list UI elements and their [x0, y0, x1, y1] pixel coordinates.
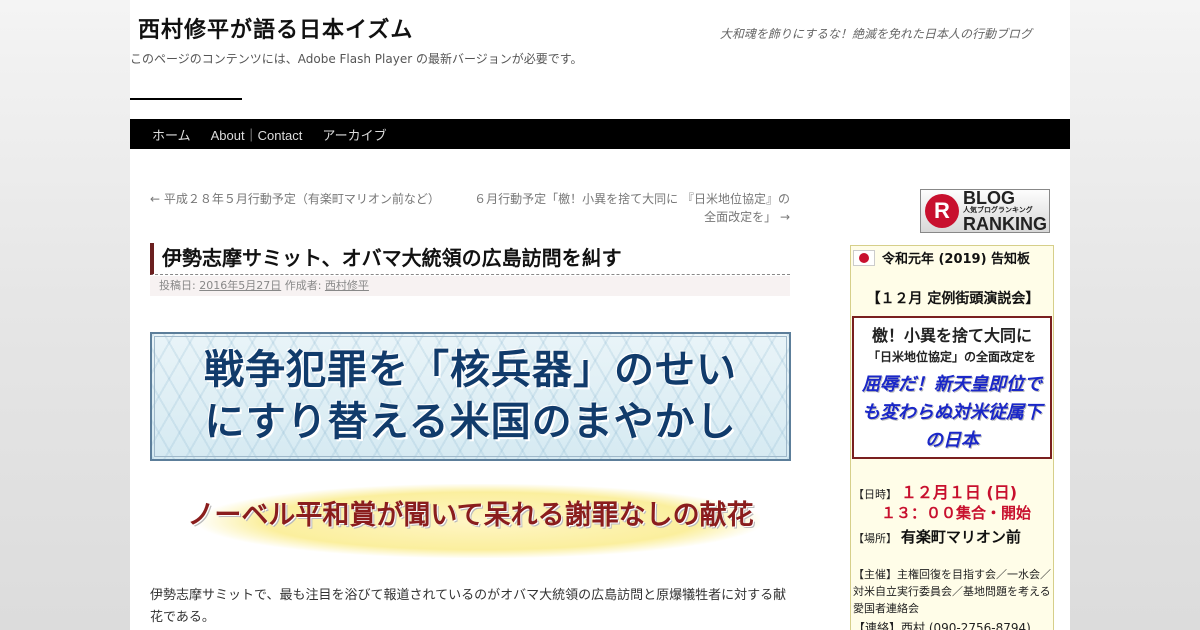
- notice-date-row: 【日時】 １２月１日 (日): [853, 479, 1017, 503]
- headline-banner: 戦争犯罪を「核兵器」のせい にすり替える米国のまやかし: [150, 332, 791, 461]
- next-post-link[interactable]: ６月行動予定「檄！小異を捨て大同に 『日米地位協定』の 全面改定を」 →: [470, 190, 790, 226]
- meta-author-label: 作成者:: [284, 279, 322, 292]
- notice-organizers: 【主催】主権回復を目指す会／一水会／対米自立実行委員会／基地問題を考える愛国者連…: [853, 568, 1051, 615]
- nav-item-about-contact[interactable]: About｜Contact: [201, 125, 313, 144]
- date-label: 【日時】: [853, 488, 897, 501]
- subheadline-banner: ノーベル平和賞が聞いて呆れる謝罪なしの献花: [150, 478, 791, 558]
- header-divider: [130, 98, 242, 100]
- ranking-words: BLOG 人気ブログランキング RANKING: [963, 189, 1047, 233]
- notice-heading: 【１２月 定例街頭演説会】: [866, 291, 1040, 307]
- body-line-2: 花である。: [150, 610, 215, 625]
- entry-body: 伊勢志摩サミットで、最も注目を浴びて報道されているのがオバマ大統領の広島訪問と原…: [150, 585, 790, 629]
- notice-contact: 【連絡】西村 (090-2756-8794): [853, 621, 1031, 630]
- subheadline-text: ノーベル平和賞が聞いて呆れる謝罪なしの献花: [187, 500, 754, 531]
- notice-time-row: １３：００集合・開始: [881, 502, 1031, 523]
- ranking-logo-icon: R: [925, 194, 959, 228]
- body-line-1: 伊勢志摩サミットで、最も注目を浴びて報道されているのがオバマ大統領の広島訪問と原…: [150, 588, 787, 603]
- next-post-line2: 全面改定を」 →: [704, 210, 790, 224]
- page-container: 西村修平が語る日本イズム 大和魂を飾りにするな！絶滅を免れた日本人の行動ブログ …: [130, 0, 1070, 630]
- ranking-line2: RANKING: [963, 214, 1047, 234]
- place-value: 有楽町マリオン前: [900, 528, 1021, 546]
- entry-author-link[interactable]: 西村修平: [325, 279, 369, 292]
- entry-meta: 投稿日: 2016年5月27日 作成者: 西村修平: [150, 276, 790, 296]
- blog-ranking-banner[interactable]: R BLOG 人気ブログランキング RANKING: [920, 189, 1050, 233]
- date-value: １２月１日 (日): [900, 483, 1018, 502]
- entry-title: 伊勢志摩サミット、オバマ大統領の広島訪問を糾す: [150, 243, 790, 275]
- site-title[interactable]: 西村修平が語る日本イズム: [138, 12, 413, 44]
- banner-line-2: にすり替える米国のまやかし: [204, 398, 737, 445]
- main-nav: ホーム About｜Contact アーカイブ: [130, 119, 1070, 149]
- theme-sub: 「日米地位協定」の全面改定を: [867, 350, 1036, 364]
- nav-item-home[interactable]: ホーム: [142, 125, 201, 144]
- notice-year: 令和元年 (2019) 告知板: [881, 252, 1031, 267]
- prev-post-link[interactable]: ← 平成２８年５月行動予定（有楽町マリオン前など）: [150, 190, 440, 207]
- next-post-line1: ６月行動予定「檄！小異を捨て大同に 『日米地位協定』の: [474, 192, 790, 206]
- theme-slogan: 屈辱だ！新天皇即位でも変わらぬ対米従属下の日本: [862, 374, 1042, 451]
- notice-theme-box: 檄！小異を捨て大同に 「日米地位協定」の全面改定を 屈辱だ！新天皇即位でも変わら…: [852, 316, 1052, 459]
- theme-main: 檄！小異を捨て大同に: [871, 326, 1032, 345]
- notice-place-row: 【場所】 有楽町マリオン前: [853, 526, 1021, 547]
- place-label: 【場所】: [853, 532, 897, 545]
- entry-date-link[interactable]: 2016年5月27日: [199, 279, 281, 292]
- site-description: 大和魂を飾りにするな！絶滅を免れた日本人の行動ブログ: [719, 27, 1032, 41]
- flash-notice: このページのコンテンツには、Adobe Flash Player の最新バージョ…: [130, 52, 583, 66]
- notice-board: 令和元年 (2019) 告知板 【１２月 定例街頭演説会】 檄！小異を捨て大同に…: [850, 245, 1054, 630]
- ranking-line1: BLOG: [963, 188, 1015, 208]
- time-value: １３：００集合・開始: [881, 504, 1032, 522]
- banner-line-1: 戦争犯罪を「核兵器」のせい: [204, 346, 737, 393]
- nav-item-archive[interactable]: アーカイブ: [312, 125, 396, 144]
- meta-posted-label: 投稿日:: [159, 279, 196, 292]
